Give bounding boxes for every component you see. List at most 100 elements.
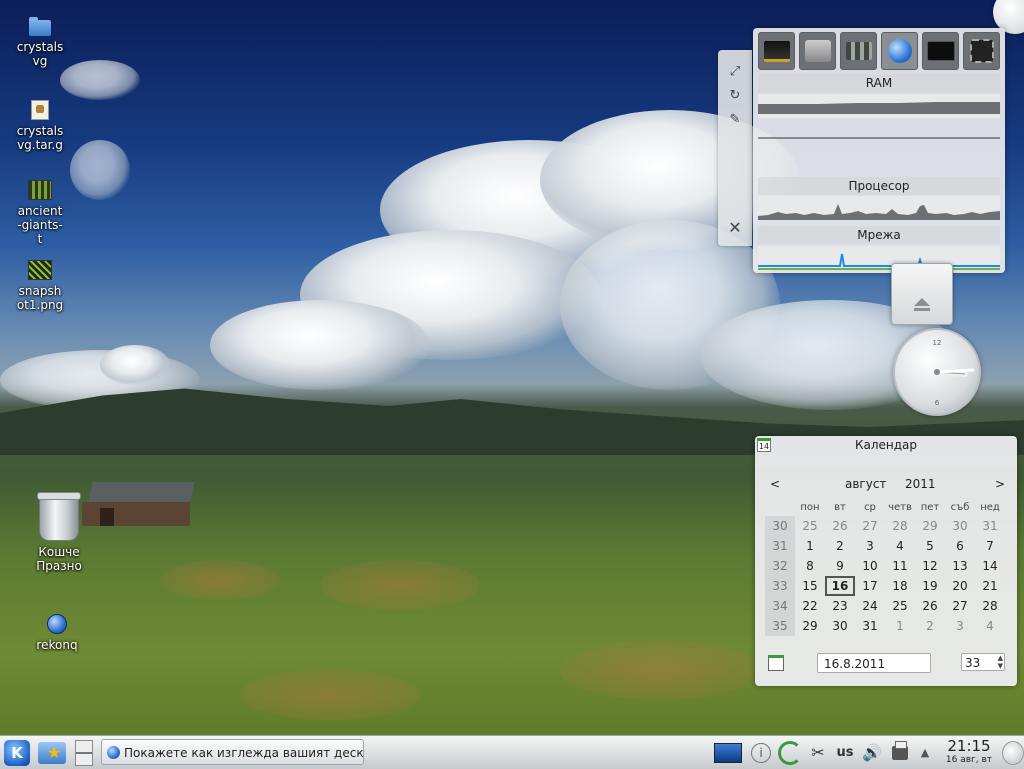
wrench-icon[interactable]: ✎ bbox=[725, 110, 745, 130]
day-cell[interactable]: 4 bbox=[975, 616, 1005, 636]
spin-arrows-icon[interactable]: ▲ ▼ bbox=[998, 654, 1003, 670]
pager-button[interactable] bbox=[72, 738, 96, 768]
update-notifier-icon[interactable] bbox=[776, 736, 804, 769]
ram-section-title: RAM bbox=[758, 74, 1000, 92]
day-cell[interactable]: 9 bbox=[825, 556, 855, 576]
weekday-header: ср bbox=[864, 501, 876, 513]
desktop-icon-rekonq[interactable]: rekonq bbox=[17, 614, 97, 652]
day-cell[interactable]: 3 bbox=[945, 616, 975, 636]
desktop-icon-snapshot[interactable]: snapshot1.png bbox=[0, 260, 80, 312]
clock-time: 21:15 bbox=[947, 737, 991, 755]
desktop-pager-icon bbox=[75, 740, 93, 766]
cpu-chip-icon[interactable] bbox=[963, 32, 1000, 70]
printer-icon[interactable] bbox=[887, 736, 913, 769]
prev-month-button[interactable]: < bbox=[770, 477, 780, 491]
desktop-icon-label: ancient-giants-t bbox=[17, 204, 63, 246]
day-cell[interactable]: 21 bbox=[975, 576, 1005, 596]
day-cell-today[interactable]: 16 bbox=[825, 576, 855, 596]
volume-icon[interactable]: 🔊 bbox=[859, 736, 885, 769]
widget-handle[interactable]: ⤢ ↻ ✎ ✕ bbox=[718, 50, 752, 246]
desktop-icon-ancient-giants[interactable]: ancient-giants-t bbox=[0, 180, 80, 246]
day-cell[interactable]: 23 bbox=[825, 596, 855, 616]
month-selector[interactable]: август bbox=[845, 477, 886, 491]
day-cell[interactable]: 18 bbox=[885, 576, 915, 596]
day-cell[interactable]: 28 bbox=[975, 596, 1005, 616]
globe-icon bbox=[47, 614, 67, 634]
day-cell[interactable]: 1 bbox=[885, 616, 915, 636]
day-cell[interactable]: 12 bbox=[915, 556, 945, 576]
day-cell[interactable]: 26 bbox=[825, 516, 855, 536]
ram-chip-icon[interactable] bbox=[758, 32, 795, 70]
week-number-spinbox[interactable]: 33 ▲ ▼ bbox=[961, 653, 1005, 671]
day-cell[interactable]: 30 bbox=[825, 616, 855, 636]
scissors-icon[interactable]: ✂ bbox=[806, 736, 830, 769]
day-cell[interactable]: 20 bbox=[945, 576, 975, 596]
day-cell[interactable]: 27 bbox=[855, 516, 885, 536]
taskbar-clock[interactable]: 21:15 16 авг, вт bbox=[940, 737, 998, 766]
week-row: 32 8 9 10 11 12 13 14 bbox=[765, 556, 1005, 576]
application-launcher-button[interactable]: K bbox=[2, 738, 32, 768]
tray-display-icon[interactable] bbox=[712, 736, 744, 769]
day-cell[interactable]: 11 bbox=[885, 556, 915, 576]
day-cell[interactable]: 28 bbox=[885, 516, 915, 536]
next-month-button[interactable]: > bbox=[995, 477, 1005, 491]
calendar-widget: 14 Календар < август 2011 > пон вт ср че… bbox=[755, 436, 1017, 686]
day-cell[interactable]: 27 bbox=[945, 596, 975, 616]
day-cell[interactable]: 1 bbox=[795, 536, 825, 556]
calendar-title: Календар bbox=[854, 438, 918, 452]
resize-icon[interactable]: ⤢ bbox=[725, 62, 745, 82]
archive-icon bbox=[31, 100, 49, 120]
swap-graph bbox=[758, 137, 1000, 139]
cpu-monitor-icon[interactable] bbox=[922, 32, 959, 70]
keyboard-layout-indicator[interactable]: us bbox=[833, 736, 857, 769]
week-number: 35 bbox=[765, 616, 795, 636]
day-cell[interactable]: 29 bbox=[915, 516, 945, 536]
svg-text:12: 12 bbox=[933, 339, 942, 347]
day-cell[interactable]: 8 bbox=[795, 556, 825, 576]
day-cell[interactable]: 29 bbox=[795, 616, 825, 636]
day-cell[interactable]: 24 bbox=[855, 596, 885, 616]
network-globe-icon[interactable] bbox=[881, 32, 918, 70]
desktop-icon-crystalsvg[interactable]: crystalsvg bbox=[0, 17, 80, 68]
rotate-icon[interactable]: ↻ bbox=[725, 86, 745, 106]
week-number: 34 bbox=[765, 596, 795, 616]
day-cell[interactable]: 2 bbox=[825, 536, 855, 556]
hardware-icon[interactable] bbox=[840, 32, 877, 70]
day-cell[interactable]: 31 bbox=[975, 516, 1005, 536]
day-cell[interactable]: 30 bbox=[945, 516, 975, 536]
task-button-label: Покажете как изглежда вашият десктоп bbox=[124, 746, 364, 760]
desktop-icon-crystalsvg-tar[interactable]: crystalsvg.tar.g bbox=[0, 100, 80, 152]
folder-view-button[interactable]: ★ bbox=[34, 738, 70, 768]
hard-disk-icon[interactable] bbox=[799, 32, 836, 70]
day-cell[interactable]: 26 bbox=[915, 596, 945, 616]
weekday-header: съб bbox=[950, 501, 970, 513]
day-cell[interactable]: 14 bbox=[975, 556, 1005, 576]
day-cell[interactable]: 5 bbox=[915, 536, 945, 556]
tray-expand-arrow-icon[interactable]: ▲ bbox=[915, 736, 935, 769]
day-cell[interactable]: 25 bbox=[795, 516, 825, 536]
panel-toolbox-button[interactable] bbox=[1002, 736, 1024, 769]
day-cell[interactable]: 17 bbox=[855, 576, 885, 596]
day-cell[interactable]: 10 bbox=[855, 556, 885, 576]
desktop-icon-trash[interactable]: Кошче Празно bbox=[19, 492, 99, 573]
day-cell[interactable]: 25 bbox=[885, 596, 915, 616]
week-row: 33 15 16 17 18 19 20 21 bbox=[765, 576, 1005, 596]
day-cell[interactable]: 2 bbox=[915, 616, 945, 636]
device-notifier-widget[interactable] bbox=[891, 263, 953, 325]
day-cell[interactable]: 22 bbox=[795, 596, 825, 616]
info-icon[interactable]: i bbox=[748, 736, 774, 769]
day-cell[interactable]: 7 bbox=[975, 536, 1005, 556]
day-cell[interactable]: 6 bbox=[945, 536, 975, 556]
day-cell[interactable]: 19 bbox=[915, 576, 945, 596]
day-cell[interactable]: 13 bbox=[945, 556, 975, 576]
day-cell[interactable]: 3 bbox=[855, 536, 885, 556]
day-cell[interactable]: 31 bbox=[855, 616, 885, 636]
close-icon[interactable]: ✕ bbox=[725, 218, 745, 238]
day-cell[interactable]: 15 bbox=[795, 576, 825, 596]
task-button-rekonq[interactable]: Покажете как изглежда вашият десктоп bbox=[101, 739, 364, 765]
jump-to-today-icon[interactable] bbox=[768, 655, 784, 671]
analog-clock-widget[interactable]: 12 6 bbox=[893, 328, 981, 416]
day-cell[interactable]: 4 bbox=[885, 536, 915, 556]
date-input[interactable]: 16.8.2011 bbox=[817, 653, 931, 673]
year-selector[interactable]: 2011 bbox=[905, 477, 936, 491]
